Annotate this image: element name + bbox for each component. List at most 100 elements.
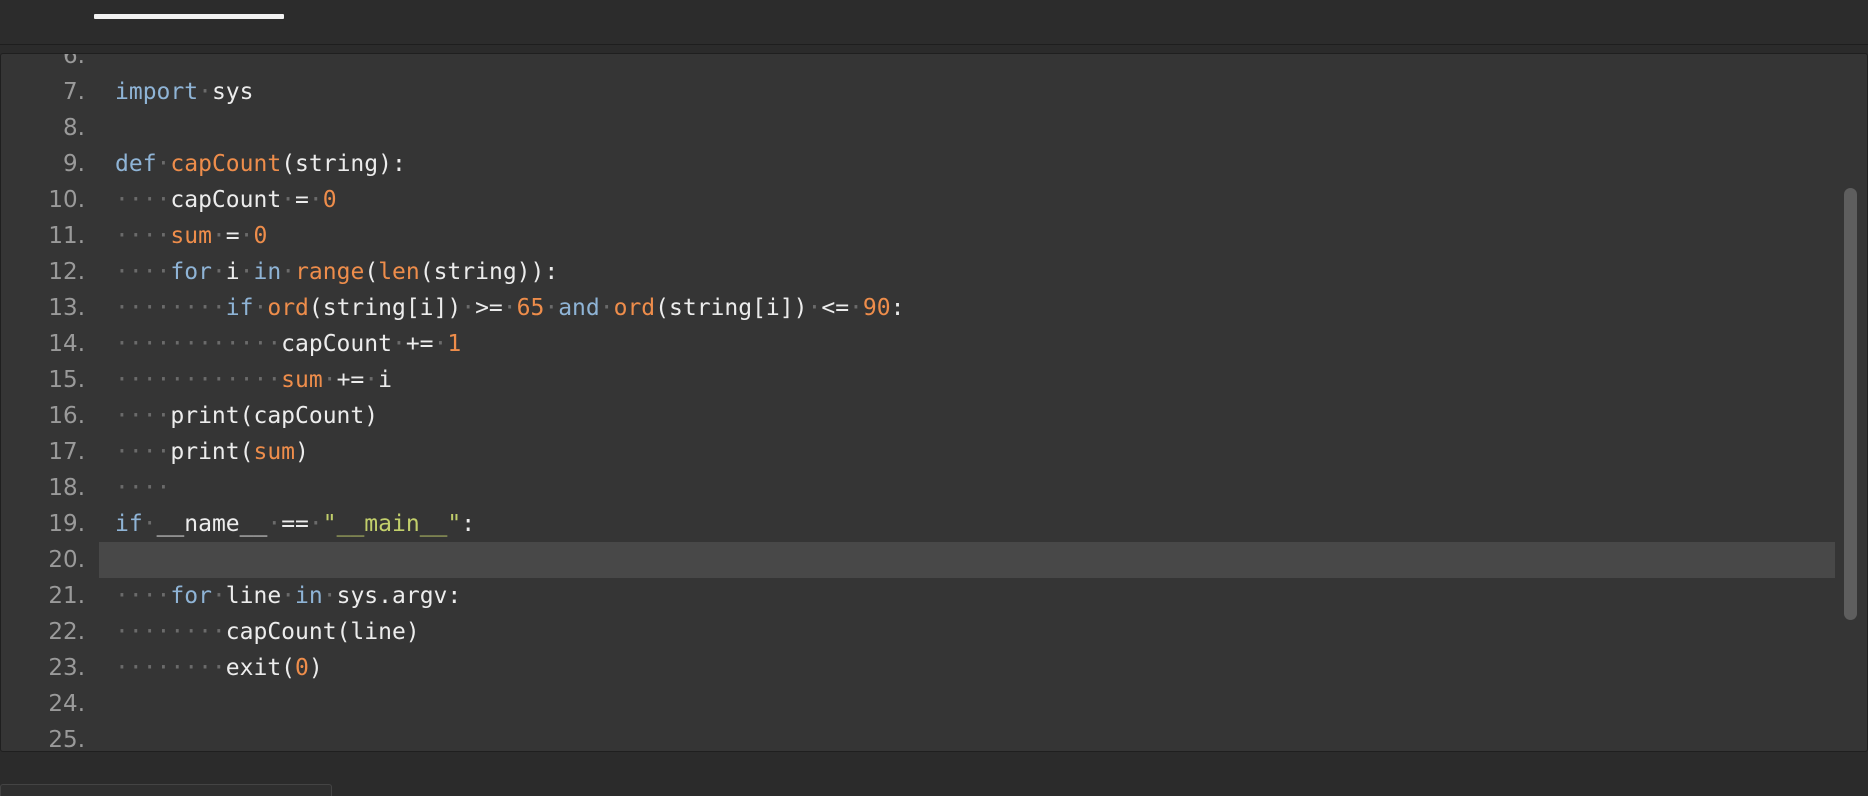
- code-token: if: [115, 511, 143, 537]
- code-token: print(capCount): [170, 403, 379, 429]
- code-token: 0: [253, 223, 268, 249]
- code-token: <=: [821, 295, 850, 321]
- line-number: 21.: [48, 583, 85, 609]
- code-line[interactable]: 23. ········exit(0): [1, 650, 1867, 686]
- code-line[interactable]: 6.: [1, 54, 1867, 74]
- code-token: capCount: [170, 187, 282, 213]
- code-line[interactable]: 18. ····: [1, 470, 1867, 506]
- code-token: +=: [405, 331, 434, 357]
- code-line[interactable]: 20.: [1, 542, 1867, 578]
- code-token: sys: [211, 79, 254, 105]
- bottom-panel-tab[interactable]: [0, 784, 332, 796]
- code-token: 90: [862, 295, 891, 321]
- line-number: 16.: [48, 403, 85, 429]
- code-text: ····print(sum): [115, 434, 309, 470]
- code-token: ·: [211, 259, 226, 285]
- code-token: ····: [115, 475, 171, 501]
- line-number: 17.: [48, 439, 85, 465]
- code-token: exit(: [225, 655, 296, 681]
- code-token: ····: [115, 187, 171, 213]
- code-token: ·: [281, 187, 296, 213]
- code-line[interactable]: 13. ········if·ord(string[i])·>=·65·and·o…: [1, 290, 1867, 326]
- code-token: :: [890, 295, 905, 321]
- line-number: 24.: [48, 691, 85, 717]
- code-token: ord: [613, 295, 656, 321]
- code-token: ····: [115, 583, 171, 609]
- code-token: def: [115, 151, 157, 177]
- code-line[interactable]: 24.: [1, 686, 1867, 722]
- code-editor-app: 6. 7. import·sys 8. 9. def·capCount(string): 1…: [0, 0, 1868, 796]
- code-token: for: [170, 259, 212, 285]
- code-text: ············sum·+=·i: [115, 362, 392, 398]
- code-token: ········: [115, 619, 226, 645]
- line-number: 23.: [48, 655, 85, 681]
- code-token: =: [295, 187, 309, 213]
- code-token: ·: [281, 583, 296, 609]
- code-line[interactable]: 12. ····for·i·in·range(len(string)):: [1, 254, 1867, 290]
- code-token: and: [558, 295, 600, 321]
- code-text: ········capCount(line): [115, 614, 420, 650]
- code-line[interactable]: 8.: [1, 110, 1867, 146]
- code-token: ········: [115, 655, 226, 681]
- code-token: (string):: [281, 151, 406, 177]
- line-number: 13.: [48, 295, 85, 321]
- code-token: i: [378, 367, 392, 393]
- code-token: ·: [211, 223, 226, 249]
- code-line[interactable]: 7. import·sys: [1, 74, 1867, 110]
- code-line[interactable]: 21. ····for·line·in·sys.argv:: [1, 578, 1867, 614]
- code-token: sys.argv:: [336, 583, 462, 609]
- code-token: ············: [115, 331, 282, 357]
- code-line[interactable]: 17. ····print(sum): [1, 434, 1867, 470]
- code-token: ·: [142, 511, 157, 537]
- code-token: =: [225, 223, 240, 249]
- code-line[interactable]: 22. ········capCount(line): [1, 614, 1867, 650]
- code-token: sum: [170, 223, 212, 249]
- code-text: if·__name__·==·"__main__":: [115, 506, 475, 542]
- code-token: ············: [115, 367, 282, 393]
- code-token: sum: [253, 439, 296, 465]
- code-token: ·: [281, 259, 296, 285]
- code-line[interactable]: 10. ····capCount·=·0: [1, 182, 1867, 218]
- code-token: +=: [336, 367, 365, 393]
- code-editor[interactable]: 6. 7. import·sys 8. 9. def·capCount(string): 1…: [0, 53, 1868, 752]
- code-token: ·: [308, 511, 323, 537]
- code-token: ·: [267, 511, 282, 537]
- code-line[interactable]: 19. if·__name__·==·"__main__":: [1, 506, 1867, 542]
- code-token: ·: [849, 295, 863, 321]
- code-line[interactable]: 16. ····print(capCount): [1, 398, 1867, 434]
- code-token: capCount: [281, 331, 392, 357]
- code-line[interactable]: 11. ····sum·=·0: [1, 218, 1867, 254]
- code-token: ): [295, 439, 309, 465]
- line-number: 12.: [48, 259, 85, 285]
- code-token: (string)):: [419, 259, 559, 285]
- line-number: 9.: [63, 151, 85, 177]
- line-number: 25.: [48, 727, 85, 752]
- code-token: ·: [253, 295, 268, 321]
- code-line[interactable]: 25.: [1, 722, 1867, 752]
- code-token: ·: [239, 223, 254, 249]
- code-text: ····capCount·=·0: [115, 182, 337, 218]
- code-token: (string[i]): [308, 295, 462, 321]
- code-text: ····sum·=·0: [115, 218, 267, 254]
- progress-fill: [94, 14, 285, 19]
- line-number: 7.: [63, 79, 85, 105]
- code-token: __name__: [156, 511, 268, 537]
- vertical-scrollbar[interactable]: [1844, 188, 1857, 620]
- code-token: in: [295, 583, 323, 609]
- code-token: 65: [516, 295, 545, 321]
- line-number: 8.: [63, 115, 85, 141]
- code-token: in: [253, 259, 282, 285]
- code-line[interactable]: 14. ············capCount·+=·1: [1, 326, 1867, 362]
- code-token: ·: [807, 295, 822, 321]
- top-bar: [0, 0, 1868, 45]
- code-token: capCount(line): [225, 619, 420, 645]
- code-token: ····: [115, 439, 171, 465]
- code-token: "__main__": [322, 511, 462, 537]
- code-line[interactable]: 9. def·capCount(string):: [1, 146, 1867, 182]
- code-token: ····: [115, 403, 171, 429]
- code-line[interactable]: 15. ············sum·+=·i: [1, 362, 1867, 398]
- code-text: ····: [115, 470, 170, 506]
- code-token: ord: [267, 295, 309, 321]
- code-token: ·: [433, 331, 448, 357]
- code-token: ·: [156, 151, 171, 177]
